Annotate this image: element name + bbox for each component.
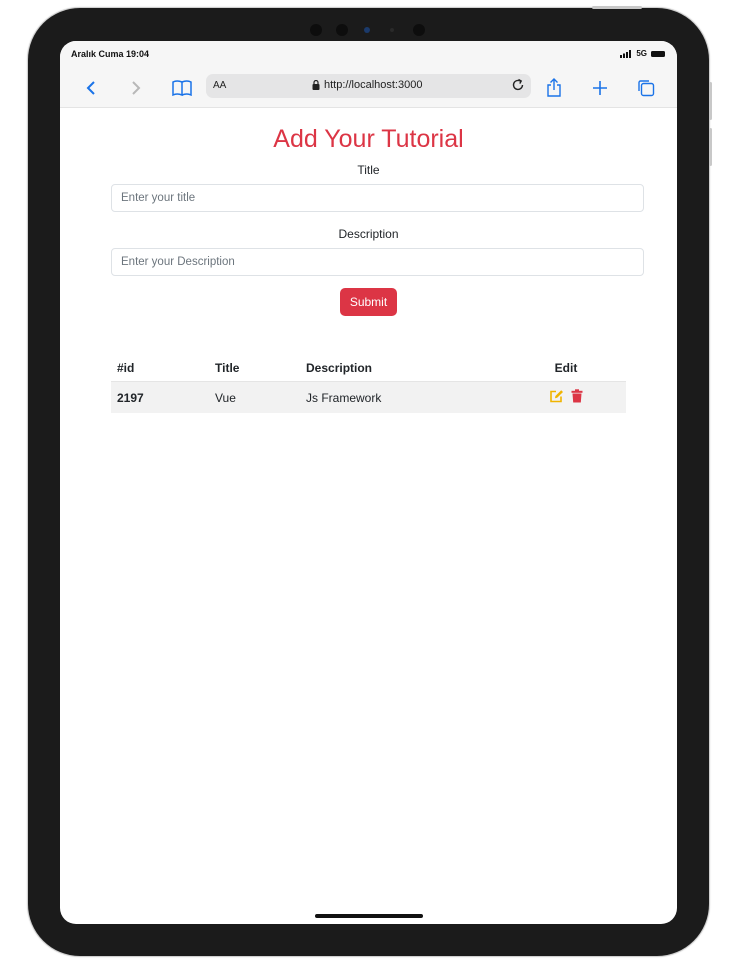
front-camera [310, 24, 322, 36]
forward-icon [132, 81, 141, 95]
signal-icon [620, 49, 632, 58]
address-bar[interactable]: AA http://localhost:3000 [206, 74, 531, 98]
row-id: 2197 [111, 381, 209, 413]
share-button[interactable] [541, 75, 567, 101]
reload-button[interactable] [510, 77, 526, 98]
front-sensor [336, 24, 348, 36]
edit-icon [550, 390, 563, 403]
edit-button[interactable] [549, 389, 564, 406]
screen: Aralık Cuma 19:04 5G AA http://localhost… [60, 41, 677, 924]
header-description: Description [300, 355, 506, 382]
table-header-row: #id Title Description Edit [111, 355, 626, 382]
title-label: Title [357, 163, 380, 177]
status-right: 5G [620, 49, 665, 58]
tabs-button[interactable] [633, 75, 659, 101]
browser-toolbar: AA http://localhost:3000 [60, 69, 677, 108]
back-button[interactable] [78, 75, 104, 101]
row-title: Vue [209, 381, 300, 413]
bookmarks-icon [172, 80, 192, 96]
reader-aa-button[interactable]: AA [213, 80, 226, 91]
face-id-sensor [413, 24, 425, 36]
volume-up-button [709, 82, 712, 120]
row-actions [506, 381, 626, 413]
page-title: Add Your Tutorial [273, 125, 464, 153]
home-indicator [315, 914, 423, 918]
volume-down-button [709, 128, 712, 166]
submit-button[interactable]: Submit [340, 288, 397, 316]
lock-icon [312, 80, 320, 90]
back-icon [86, 81, 95, 95]
battery-icon [651, 50, 665, 57]
table-row: 2197 Vue Js Framework [111, 381, 626, 413]
new-tab-button[interactable] [587, 75, 613, 101]
top-button [592, 6, 642, 9]
add-tab-icon [593, 81, 607, 95]
bookmarks-button[interactable] [169, 75, 195, 101]
description-input[interactable] [111, 248, 644, 276]
trash-icon [571, 389, 583, 403]
tabs-icon [638, 80, 655, 97]
description-label: Description [338, 227, 399, 241]
title-input[interactable] [111, 184, 644, 212]
header-id: #id [111, 355, 209, 382]
tutorials-table: #id Title Description Edit 2197 Vue Js F… [111, 355, 626, 413]
status-time: Aralık Cuma 19:04 [71, 49, 150, 59]
share-icon [547, 78, 561, 97]
header-title: Title [209, 355, 300, 382]
forward-button[interactable] [123, 75, 149, 101]
url-text: http://localhost:3000 [324, 79, 423, 91]
header-edit: Edit [506, 355, 626, 382]
reload-icon [512, 78, 524, 91]
camera-lens [364, 27, 370, 33]
url-display[interactable]: http://localhost:3000 [312, 79, 422, 91]
row-description: Js Framework [300, 381, 506, 413]
status-bar: Aralık Cuma 19:04 5G [60, 41, 677, 69]
ambient-sensor [390, 28, 394, 32]
delete-button[interactable] [571, 389, 583, 406]
network-label: 5G [636, 49, 647, 58]
